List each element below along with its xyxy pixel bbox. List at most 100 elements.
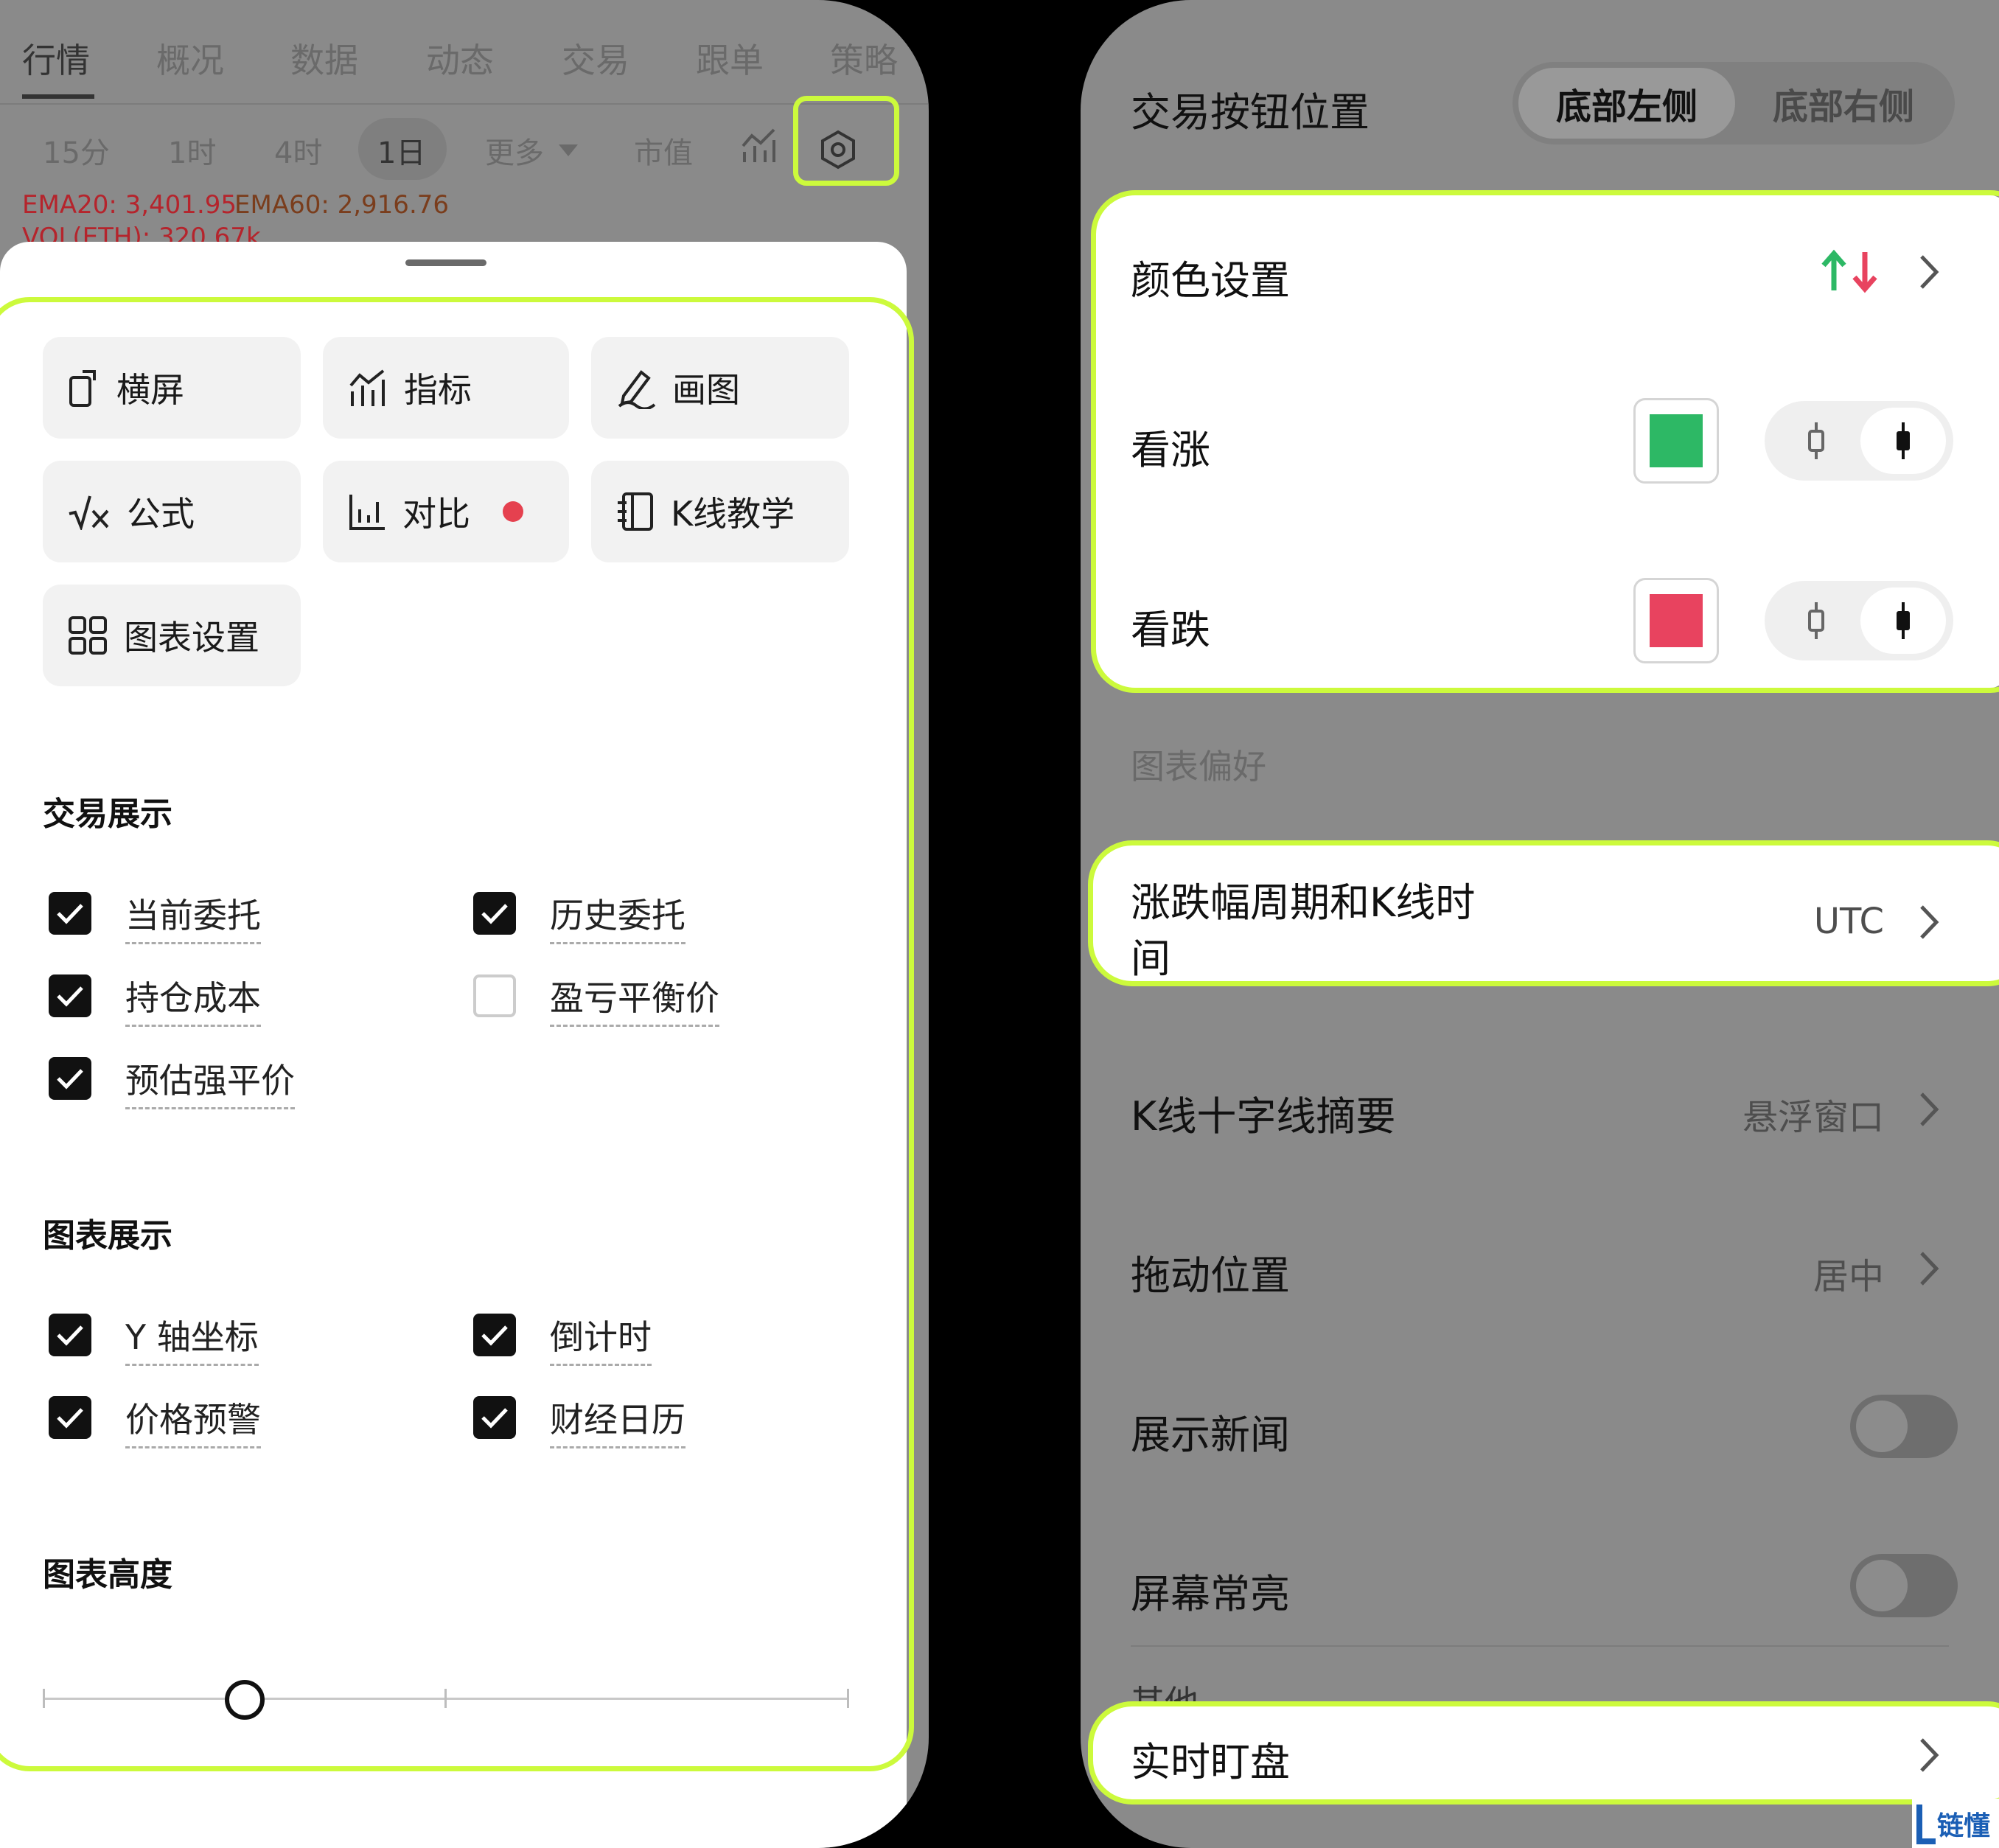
k-line-tutorial-label: K线教学	[671, 494, 795, 534]
history-orders-label: 历史委托	[550, 889, 685, 944]
solid-candle-option[interactable]	[1860, 587, 1946, 654]
formula-button[interactable]: 公式	[43, 461, 301, 562]
tab-strategy[interactable]: 策略	[830, 34, 898, 83]
bullish-color-swatch[interactable]	[1633, 398, 1719, 484]
chevron-right-icon[interactable]	[1918, 1737, 1940, 1774]
check-icon	[57, 1325, 83, 1346]
segment-bottom-right[interactable]: 底部右侧	[1737, 68, 1950, 139]
drag-position-label[interactable]: 拖动位置	[1131, 1243, 1290, 1301]
tab-overview[interactable]: 概况	[156, 34, 224, 83]
hollow-candle-option[interactable]	[1773, 587, 1859, 654]
current-orders-label: 当前委托	[125, 889, 261, 944]
segment-bottom-left[interactable]: 底部左侧	[1518, 68, 1735, 139]
live-watch-label: 实时盯盘	[1131, 1739, 1290, 1785]
tab-data[interactable]: 数据	[290, 34, 358, 83]
chevron-right-icon[interactable]	[1918, 1250, 1940, 1287]
bullish-label: 看涨	[1131, 427, 1210, 473]
current-orders-checkbox[interactable]	[49, 892, 91, 935]
ema60-value: EMA60: 2,916.76	[234, 190, 450, 220]
up-down-arrows-icon	[1821, 249, 1877, 293]
new-badge-dot	[503, 501, 523, 522]
hollow-candle-option[interactable]	[1773, 408, 1859, 474]
check-icon	[481, 1325, 508, 1346]
bearish-candle-style[interactable]	[1765, 581, 1953, 660]
chevron-right-icon[interactable]	[1918, 1091, 1940, 1128]
chevron-right-icon[interactable]	[1918, 904, 1940, 941]
draw-button[interactable]: 画图	[591, 337, 849, 439]
height-slider-thumb[interactable]	[224, 1680, 265, 1720]
bullish-color-fill	[1650, 414, 1703, 467]
timeframe-more[interactable]: 更多	[485, 129, 544, 172]
period-value: UTC	[1813, 901, 1884, 942]
market-cap-toggle[interactable]: 市值	[634, 129, 693, 172]
position-cost-checkbox[interactable]	[49, 974, 91, 1017]
history-orders-checkbox[interactable]	[473, 892, 516, 935]
hollow-candle-icon	[1808, 422, 1824, 459]
check-icon	[57, 1069, 83, 1089]
liquidation-checkbox[interactable]	[49, 1057, 91, 1100]
slider-tick	[847, 1689, 849, 1708]
bullish-candle-style[interactable]	[1765, 401, 1953, 481]
check-icon	[481, 904, 508, 924]
solid-candle-option[interactable]	[1860, 408, 1946, 474]
check-icon	[481, 1408, 508, 1429]
settings-gear-icon[interactable]	[820, 130, 857, 170]
indicator-icon[interactable]	[740, 127, 777, 164]
check-icon	[57, 904, 83, 924]
show-news-toggle[interactable]	[1850, 1395, 1958, 1458]
slider-tick	[444, 1689, 447, 1708]
book-icon	[618, 492, 653, 531]
countdown-checkbox[interactable]	[473, 1314, 516, 1356]
settings-panel: 交易按钮位置 底部左侧 底部右侧 颜色设置 看涨 看跌 图表偏好 涨跌幅周期和K…	[1081, 0, 1999, 1848]
drag-position-value: 居中	[1813, 1256, 1884, 1297]
hollow-candle-icon	[1808, 602, 1824, 639]
landscape-button[interactable]: 横屏	[43, 337, 301, 439]
period-label-line1: 涨跌幅周期和K线时	[1131, 879, 1476, 926]
pen-draw-icon	[618, 370, 656, 409]
color-settings-label[interactable]: 颜色设置	[1131, 248, 1290, 306]
calendar-checkbox[interactable]	[473, 1396, 516, 1439]
check-icon	[57, 986, 83, 1007]
chart-settings-button[interactable]: 图表设置	[43, 585, 301, 686]
indicator-label: 指标	[404, 370, 472, 410]
ema20-value: EMA20: 3,401.95	[22, 190, 237, 220]
bearish-color-swatch[interactable]	[1633, 578, 1719, 663]
timeframe-4h[interactable]: 4时	[274, 129, 322, 172]
active-tab-indicator	[22, 94, 94, 99]
logo-l-icon	[1916, 1804, 1936, 1844]
show-news-label: 展示新闻	[1131, 1412, 1290, 1458]
breakeven-label: 盈亏平衡价	[550, 972, 719, 1027]
timeframe-1h[interactable]: 1时	[168, 129, 216, 172]
solid-candle-icon	[1897, 602, 1910, 639]
y-axis-label: Y 轴坐标	[125, 1311, 259, 1366]
crosshair-summary-label[interactable]: K线十字线摘要	[1131, 1084, 1395, 1142]
bearish-color-fill	[1650, 594, 1703, 647]
indicator-button[interactable]: 指标	[323, 337, 569, 439]
price-alert-label: 价格预警	[125, 1393, 261, 1448]
period-label-line2: 间	[1131, 935, 1171, 982]
rotate-screen-icon	[69, 370, 96, 407]
k-line-tutorial-button[interactable]: K线教学	[591, 461, 849, 562]
breakeven-checkbox[interactable]	[473, 974, 516, 1017]
sheet-drag-handle[interactable]	[405, 259, 486, 266]
chevron-right-icon[interactable]	[1918, 254, 1940, 290]
chart-settings-panel: 行情 概况 数据 动态 交易 跟单 策略 15分 1时 4时 1日 更多 市值 …	[0, 0, 929, 1848]
chart-display-title: 图表展示	[43, 1217, 172, 1255]
chart-settings-label: 图表设置	[124, 618, 259, 658]
formula-label: 公式	[127, 494, 195, 534]
y-axis-checkbox[interactable]	[49, 1314, 91, 1356]
tab-news[interactable]: 动态	[426, 34, 494, 83]
price-alert-checkbox[interactable]	[49, 1396, 91, 1439]
compare-button[interactable]: 对比	[323, 461, 569, 562]
bar-chart-icon	[349, 495, 385, 530]
caret-down-icon	[559, 144, 578, 156]
tab-trade[interactable]: 交易	[562, 34, 629, 83]
tab-market[interactable]: 行情	[22, 34, 90, 83]
watermark-text: 链懂	[1937, 1810, 1991, 1841]
keep-screen-on-toggle[interactable]	[1850, 1554, 1958, 1617]
trade-display-title: 交易展示	[43, 795, 172, 833]
timeframe-15m[interactable]: 15分	[43, 129, 110, 172]
tab-divider	[0, 103, 929, 105]
tab-copy[interactable]: 跟单	[696, 34, 764, 83]
timeframe-1d[interactable]: 1日	[377, 129, 425, 172]
